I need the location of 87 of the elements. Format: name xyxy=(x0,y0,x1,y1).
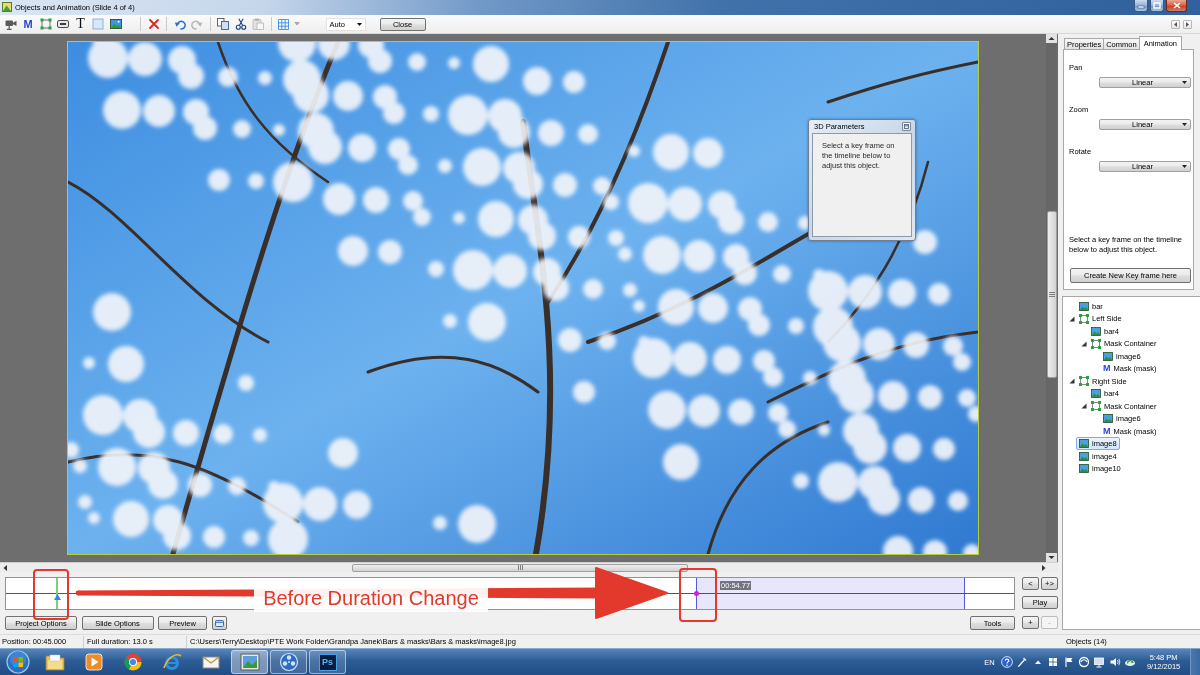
picture-icon xyxy=(1079,301,1089,311)
frame-icon xyxy=(1091,401,1101,412)
highlight-frame xyxy=(33,569,69,620)
monitor-icon[interactable] xyxy=(1093,656,1106,668)
picture-icon xyxy=(239,653,260,671)
picture-icon xyxy=(1091,326,1101,336)
caret-icon xyxy=(1182,165,1187,168)
taskbar-button[interactable]: Ps xyxy=(309,650,346,674)
mask-glyph: M xyxy=(1103,364,1111,374)
video-camera-icon xyxy=(4,18,17,30)
scroll-down-icon[interactable] xyxy=(1046,553,1057,562)
tool-button[interactable] xyxy=(147,16,160,32)
left-triangle-icon xyxy=(1174,21,1177,27)
undo-icon xyxy=(173,18,186,30)
start-orb-icon xyxy=(6,650,30,674)
expand-arrow-icon[interactable] xyxy=(1081,340,1087,347)
speaker-icon[interactable] xyxy=(1108,656,1121,668)
square-icon xyxy=(92,18,104,30)
scroll-thumb[interactable] xyxy=(352,563,688,572)
caret-icon xyxy=(1182,81,1187,84)
maximize-icon xyxy=(1153,2,1161,9)
letter-tile: Ps xyxy=(318,653,337,671)
tab-scroll-button[interactable] xyxy=(1183,19,1192,29)
minimize-icon xyxy=(1137,2,1145,9)
scroll-up-icon[interactable] xyxy=(1046,34,1057,43)
picture-icon xyxy=(1079,439,1089,449)
button-shape-icon xyxy=(57,18,69,30)
folder-icon xyxy=(44,653,65,671)
window-icon xyxy=(214,619,224,627)
dialog-button[interactable] xyxy=(902,122,911,131)
keyframe-dot-icon xyxy=(694,591,699,596)
ring-swoosh-icon xyxy=(161,653,182,671)
four-panes-icon[interactable] xyxy=(1047,656,1060,668)
taskbar-button[interactable] xyxy=(231,650,268,674)
tool-button[interactable] xyxy=(216,16,230,32)
taskbar-button[interactable] xyxy=(270,650,307,674)
maximize-button[interactable] xyxy=(1150,0,1164,12)
minimize-button[interactable] xyxy=(1134,0,1148,12)
tool-button[interactable] xyxy=(234,16,247,32)
caret-icon xyxy=(293,22,300,26)
play-icon xyxy=(84,653,103,671)
tool-button[interactable] xyxy=(109,16,122,32)
highlight-frame xyxy=(679,568,717,622)
picture-icon xyxy=(2,2,12,12)
scissors-icon xyxy=(234,18,247,30)
expand-arrow-icon[interactable] xyxy=(1081,403,1087,410)
delete-icon xyxy=(147,18,160,30)
swirl-icon[interactable] xyxy=(1078,656,1091,668)
close-icon xyxy=(1172,2,1181,9)
picture-icon xyxy=(1103,414,1113,424)
grip-icon xyxy=(1048,292,1055,297)
picture-icon xyxy=(1091,389,1101,399)
expand-arrow-icon[interactable] xyxy=(1069,378,1075,385)
expand-arrow-icon[interactable] xyxy=(1069,315,1075,322)
flag-icon[interactable] xyxy=(1062,656,1075,668)
frame-icon xyxy=(1079,313,1089,324)
grip-icon xyxy=(517,565,523,570)
annotation-caption: Before Duration Change xyxy=(254,585,488,612)
scroll-right-icon[interactable] xyxy=(1041,564,1046,571)
tab-scroll-button[interactable] xyxy=(1171,19,1180,29)
frame-icon xyxy=(39,18,52,30)
help-icon[interactable] xyxy=(1001,656,1014,668)
redo-icon xyxy=(191,18,203,30)
grid-icon xyxy=(277,18,289,30)
scroll-left-icon[interactable] xyxy=(3,564,8,571)
reel-icon xyxy=(278,652,299,672)
copy-icon xyxy=(217,18,229,30)
envelope-icon xyxy=(200,653,221,671)
picture-icon xyxy=(1079,451,1089,461)
tool-button[interactable]: T xyxy=(74,16,87,32)
caret-icon xyxy=(356,22,362,26)
right-triangle-icon xyxy=(1186,21,1189,27)
window-button[interactable] xyxy=(211,616,227,630)
frame-icon xyxy=(1079,376,1089,387)
pen-icon[interactable] xyxy=(1016,656,1029,668)
picture-icon xyxy=(1079,464,1089,474)
window-close-button[interactable] xyxy=(1166,0,1187,12)
tool-button[interactable]: M xyxy=(21,16,35,32)
mask-glyph: M xyxy=(1103,426,1111,436)
frame-icon xyxy=(1091,338,1101,349)
segmented-circle-icon xyxy=(123,653,142,671)
picture-icon xyxy=(1103,351,1113,361)
caret-icon xyxy=(1182,123,1187,126)
scroll-thumb[interactable] xyxy=(1046,211,1057,378)
paste-icon xyxy=(252,18,264,30)
window-icon xyxy=(904,124,909,129)
picture-icon xyxy=(109,18,122,30)
